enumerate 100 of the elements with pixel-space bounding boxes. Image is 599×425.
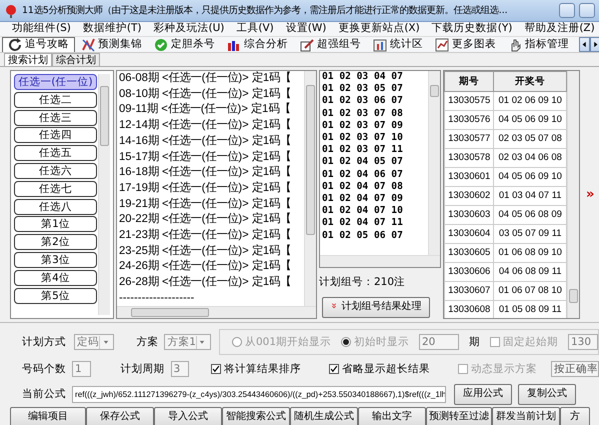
scroll-right-button[interactable]	[590, 37, 599, 52]
menu-item[interactable]: 下载历史数据(Y)	[426, 22, 518, 36]
table-cell: 13030602	[444, 186, 494, 206]
formula-button[interactable]: 复制公式	[518, 384, 576, 404]
action-button[interactable]: 保存公式	[86, 406, 154, 425]
scroll-left-button[interactable]	[579, 37, 590, 52]
play-type-button[interactable]: 任选七	[14, 180, 97, 197]
plan-result-line: 17-19期 <任选一(任一位)> 定1码【	[118, 180, 292, 196]
action-button[interactable]: 编辑项目	[10, 406, 86, 425]
table-cell: 04 05 06 08 09	[494, 206, 566, 224]
process-results-button[interactable]: 计划组号结果处理	[322, 296, 430, 318]
play-type-button[interactable]: 第5位	[14, 288, 97, 304]
action-button[interactable]: 方	[560, 406, 590, 425]
play-type-button[interactable]: 任选五	[14, 145, 97, 162]
menu-item[interactable]: 彩种及玩法(U)	[147, 22, 230, 36]
action-button[interactable]: 输出文字	[358, 406, 426, 425]
vertical-scrollbar[interactable]	[567, 71, 579, 318]
play-type-button[interactable]: 任选八	[14, 198, 97, 215]
play-type-button[interactable]: 第1位	[14, 216, 97, 232]
menu-item[interactable]: 设置(W)	[280, 22, 332, 36]
combination-line: 01 02 03 07 08	[321, 108, 404, 120]
toolbar-button[interactable]: 综合分析	[221, 37, 294, 52]
action-button[interactable]: 智能搜索公式	[222, 406, 290, 425]
action-button[interactable]: 群发当前计划	[492, 406, 560, 425]
expand-marker[interactable]: »	[582, 186, 594, 202]
vertical-scrollbar[interactable]	[98, 74, 110, 315]
table-cell: 04 06 08 09 11	[494, 262, 566, 282]
field-label: 计划周期	[120, 362, 164, 376]
table-cell: 01 03 04 07 11	[494, 186, 566, 206]
checkbox[interactable]: 将计算结果排序	[211, 362, 301, 376]
play-type-button[interactable]: 第4位	[14, 270, 97, 286]
app-icon	[4, 4, 18, 18]
maximize-button[interactable]	[579, 3, 595, 18]
checkbox[interactable]: 省略显示超长结果	[329, 362, 430, 376]
plan-result-line: 14-16期 <任选一(任一位)> 定1码【	[118, 134, 292, 149]
toolbar-button[interactable]: 统计区	[367, 37, 429, 52]
play-type-button[interactable]: 第3位	[14, 252, 97, 268]
menu-item[interactable]: 帮助及注册(Z)	[518, 22, 599, 36]
menu-item[interactable]: 工具(V)	[230, 22, 280, 36]
horizontal-scrollbar[interactable]	[117, 306, 316, 318]
vertical-scrollbar[interactable]	[304, 71, 316, 306]
toolbar-button[interactable]: 预测集锦	[75, 37, 148, 52]
action-button[interactable]: 导入公式	[154, 406, 222, 425]
plan-result-line: 12-14期 <任选一(任一位)> 定1码【	[118, 118, 292, 134]
play-type-button[interactable]: 任选二	[14, 92, 97, 108]
table-cell: 13030601	[444, 168, 494, 186]
toolbar-button[interactable]: 超强组号	[294, 37, 367, 52]
combination-line: 01 02 05 06 07	[321, 230, 404, 242]
vertical-scrollbar[interactable]	[428, 71, 440, 255]
play-type-button[interactable]: 任选三	[14, 110, 97, 126]
play-type-button[interactable]: 任选一(任一位)	[14, 74, 97, 90]
combination-line: 01 02 04 07 11	[321, 217, 404, 230]
menu-item[interactable]: 数据维护(T)	[76, 22, 148, 36]
column-header: 开奖号	[494, 72, 566, 92]
spin-field[interactable]: 3	[170, 361, 189, 377]
plan-result-line: 15-17期 <任选一(任一位)> 定1码【	[118, 150, 292, 165]
combination-count: 计划组号：210注	[319, 276, 406, 289]
field-label: 方案	[136, 336, 158, 348]
action-button[interactable]: 预测转至过滤	[426, 406, 492, 425]
spin-field[interactable]: 1	[72, 361, 90, 377]
action-button[interactable]: 随机生成公式	[290, 406, 358, 425]
toolbar-button[interactable]: 定胆杀号	[148, 37, 221, 52]
menu-item[interactable]: 更换更新站点(X)	[332, 22, 426, 36]
formula-button[interactable]: 应用公式	[454, 384, 512, 404]
spin-field[interactable]: 130	[568, 334, 598, 350]
field-label: 号码个数	[22, 362, 66, 376]
toolbar-button[interactable]: 追号攻略	[2, 37, 75, 52]
plan-result-line: 23-25期 <任选一(任一位)> 定1码【	[118, 244, 292, 259]
tab[interactable]: 搜索计划	[4, 53, 52, 66]
table-cell: 13030606	[444, 262, 494, 282]
chart-icon	[81, 38, 95, 52]
menu-item[interactable]: 功能组件(S)	[6, 22, 77, 36]
table-cell: 01 06 08 09 10	[494, 244, 566, 262]
toolbar-button[interactable]: 指标管理	[502, 37, 575, 52]
table-cell: 04 05 06 09 10	[494, 110, 566, 130]
table-cell: 01 06 07 08 10	[494, 282, 566, 300]
table-cell: 03 05 07 09 11	[494, 224, 566, 244]
toolbar-button[interactable]: 更多图表	[429, 37, 502, 52]
table-cell: 13030575	[444, 92, 494, 110]
dropdown[interactable]: 方案1	[164, 334, 211, 350]
dropdown[interactable]: 定码	[74, 334, 114, 350]
dropdown-arrow-icon	[198, 338, 206, 346]
table-cell: 01 02 06 09 10	[494, 92, 566, 110]
table-cell: 04 05 06 09 10	[494, 168, 566, 186]
play-type-button[interactable]: 任选四	[14, 127, 97, 144]
plan-result-line: 20-22期 <任选一(任一位)> 定1码【	[118, 212, 292, 228]
refresh-icon	[8, 38, 22, 52]
horizontal-scrollbar[interactable]	[320, 255, 440, 267]
play-type-button[interactable]: 第2位	[14, 234, 97, 250]
play-type-button[interactable]: 任选六	[14, 162, 97, 179]
table-cell: 13030578	[444, 148, 494, 168]
table-cell: 13030576	[444, 110, 494, 130]
minimize-button[interactable]	[559, 3, 575, 18]
plan-result-line: 24-26期 <任选一(任一位)> 定1码【	[118, 259, 292, 274]
tab[interactable]: 综合计划	[52, 53, 100, 66]
combination-line: 01 02 03 04 07	[321, 71, 404, 84]
plan-result-line: 06-08期 <任选一(任一位)> 定1码【	[118, 71, 292, 86]
sort-field[interactable]: 按正确率	[551, 361, 599, 377]
spin-field[interactable]: 20	[419, 334, 459, 350]
column-header: 期号	[444, 72, 494, 92]
